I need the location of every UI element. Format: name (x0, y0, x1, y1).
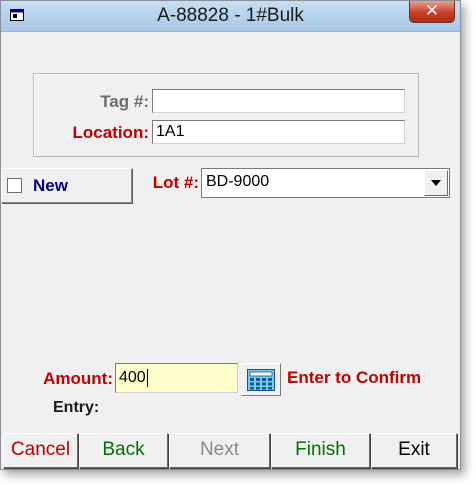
tag-input[interactable] (152, 89, 405, 113)
lot-label: Lot #: (152, 173, 199, 192)
cancel-button[interactable]: Cancel (3, 433, 78, 468)
lot-dropdown[interactable]: BD-9000 (201, 168, 450, 198)
exit-button[interactable]: Exit (371, 433, 457, 468)
amount-value: 400 (119, 369, 146, 386)
amount-label: Amount: (43, 369, 113, 388)
tag-label: Tag #: (100, 92, 149, 111)
back-button[interactable]: Back (79, 433, 168, 468)
calculator-button[interactable] (241, 363, 281, 396)
close-icon: ✕ (424, 1, 440, 21)
button-bar: Cancel Back Next Finish Exit (3, 433, 458, 468)
lot-selected-value: BD-9000 (206, 173, 270, 190)
tag-location-group (33, 73, 419, 157)
next-button[interactable]: Next (169, 433, 270, 468)
dropdown-arrow-button[interactable] (424, 170, 448, 196)
new-checkbox[interactable] (7, 178, 22, 193)
finish-button[interactable]: Finish (271, 433, 370, 468)
location-label: Location: (72, 123, 150, 142)
app-window: A-88828 - 1#Bulk ✕ Tag #: Location: 1A1 … (0, 0, 461, 470)
location-input[interactable]: 1A1 (152, 120, 405, 144)
new-lot-toggle[interactable]: New (1, 168, 132, 203)
chevron-down-icon (431, 180, 441, 186)
new-label: New (33, 176, 68, 195)
window-title: A-88828 - 1#Bulk (157, 5, 304, 26)
enter-to-confirm-hint: Enter to Confirm (287, 368, 422, 387)
entry-label: Entry: (53, 399, 100, 416)
amount-input[interactable]: 400 (115, 363, 238, 393)
close-button[interactable]: ✕ (409, 1, 455, 23)
title-bar[interactable]: A-88828 - 1#Bulk ✕ (1, 1, 460, 32)
calculator-icon (247, 369, 275, 391)
text-cursor (146, 368, 148, 387)
